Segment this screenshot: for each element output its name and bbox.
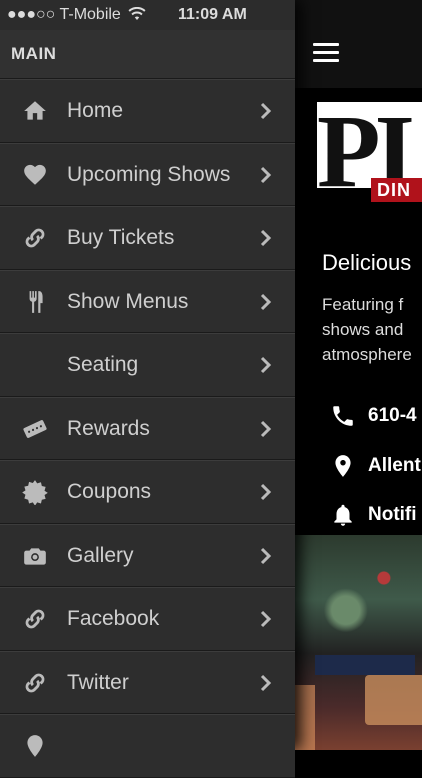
menu-item-label: Buy Tickets bbox=[67, 226, 175, 249]
hamburger-menu-icon[interactable] bbox=[313, 43, 339, 63]
menu-list: Home Upcoming Shows Buy Tickets Show Men… bbox=[0, 79, 295, 778]
status-bar: ●●●○○ T-Mobile 11:09 AM bbox=[0, 0, 295, 30]
menu-item-facebook[interactable]: Facebook bbox=[0, 587, 295, 651]
venue-photo bbox=[295, 535, 422, 750]
photo-table bbox=[295, 685, 315, 750]
description-line: shows and bbox=[322, 320, 404, 339]
section-title: MAIN bbox=[11, 44, 57, 63]
venue-logo: PI DIN bbox=[295, 88, 422, 220]
location-row[interactable]: Allent bbox=[330, 451, 421, 481]
logo-white-block: PI bbox=[317, 100, 422, 204]
chevron-right-icon bbox=[260, 483, 272, 501]
location-pin-icon bbox=[27, 735, 43, 757]
camera-icon bbox=[24, 547, 46, 565]
main-content: PI DIN Delicious Featuring f shows and a… bbox=[295, 0, 422, 750]
menu-item-seating[interactable]: Seating bbox=[0, 333, 295, 397]
description: Featuring f shows and atmosphere bbox=[322, 292, 412, 367]
chevron-right-icon bbox=[260, 166, 272, 183]
notifications-row[interactable]: Notifi bbox=[330, 500, 417, 530]
tagline: Delicious bbox=[322, 250, 412, 275]
chevron-right-icon bbox=[260, 102, 272, 120]
menu-item-label: Seating bbox=[67, 353, 139, 376]
menu-item-label: Gallery bbox=[67, 543, 134, 567]
badge-icon bbox=[22, 480, 48, 505]
section-header: MAIN bbox=[0, 30, 295, 79]
wifi-icon bbox=[128, 6, 146, 26]
chevron-right-icon bbox=[260, 420, 272, 437]
photo-stage bbox=[315, 655, 415, 675]
bell-icon bbox=[334, 504, 352, 526]
menu-item-rewards[interactable]: Rewards bbox=[0, 396, 295, 460]
description-line: atmosphere bbox=[322, 345, 412, 364]
location-text: Allent bbox=[368, 455, 421, 476]
location-pin-icon bbox=[335, 455, 351, 477]
phone-number: 610-4 bbox=[368, 405, 417, 426]
menu-item-coupons[interactable]: Coupons bbox=[0, 460, 295, 524]
chevron-right-icon bbox=[260, 610, 272, 628]
heart-icon bbox=[24, 164, 46, 185]
description-line: Featuring f bbox=[322, 295, 404, 314]
link-icon bbox=[25, 228, 45, 248]
menu-item-twitter[interactable]: Twitter bbox=[0, 650, 295, 714]
chevron-right-icon bbox=[260, 674, 272, 691]
status-time: 11:09 AM bbox=[178, 6, 247, 23]
menu-item-label: Show Menus bbox=[67, 289, 189, 313]
notifications-text: Notifi bbox=[368, 504, 417, 525]
menu-item-buy-tickets[interactable]: Buy Tickets bbox=[0, 206, 295, 270]
link-icon bbox=[25, 609, 45, 629]
menu-item-label: Coupons bbox=[67, 480, 152, 503]
menu-item-label: Rewards bbox=[67, 416, 150, 440]
link-icon bbox=[25, 673, 45, 692]
menu-item-label: Home bbox=[67, 99, 124, 122]
home-icon bbox=[24, 101, 46, 120]
side-drawer: ●●●○○ T-Mobile 11:09 AM MAIN Home Upcomi… bbox=[0, 0, 295, 778]
carrier-label: ●●●○○ T-Mobile bbox=[7, 6, 121, 23]
photo-table bbox=[365, 675, 422, 725]
chevron-right-icon bbox=[260, 229, 272, 247]
chevron-right-icon bbox=[260, 547, 272, 564]
fork-knife-icon bbox=[29, 290, 43, 313]
content-header bbox=[295, 0, 422, 88]
menu-item-upcoming-shows[interactable]: Upcoming Shows bbox=[0, 142, 295, 206]
menu-item-label: Facebook bbox=[67, 607, 160, 630]
menu-item-partial[interactable] bbox=[0, 714, 295, 778]
menu-item-label: Upcoming Shows bbox=[67, 162, 231, 186]
phone-row[interactable]: 610-4 bbox=[330, 401, 417, 431]
ticket-icon bbox=[23, 419, 47, 438]
logo-red-banner: DIN bbox=[371, 178, 422, 202]
logo-subtext: DIN bbox=[377, 180, 411, 200]
menu-item-label: Twitter bbox=[67, 670, 129, 694]
chevron-right-icon bbox=[260, 293, 272, 310]
menu-item-gallery[interactable]: Gallery bbox=[0, 523, 295, 587]
phone-icon bbox=[333, 406, 353, 426]
menu-item-home[interactable]: Home bbox=[0, 79, 295, 143]
menu-item-show-menus[interactable]: Show Menus bbox=[0, 269, 295, 333]
chevron-right-icon bbox=[260, 356, 272, 374]
